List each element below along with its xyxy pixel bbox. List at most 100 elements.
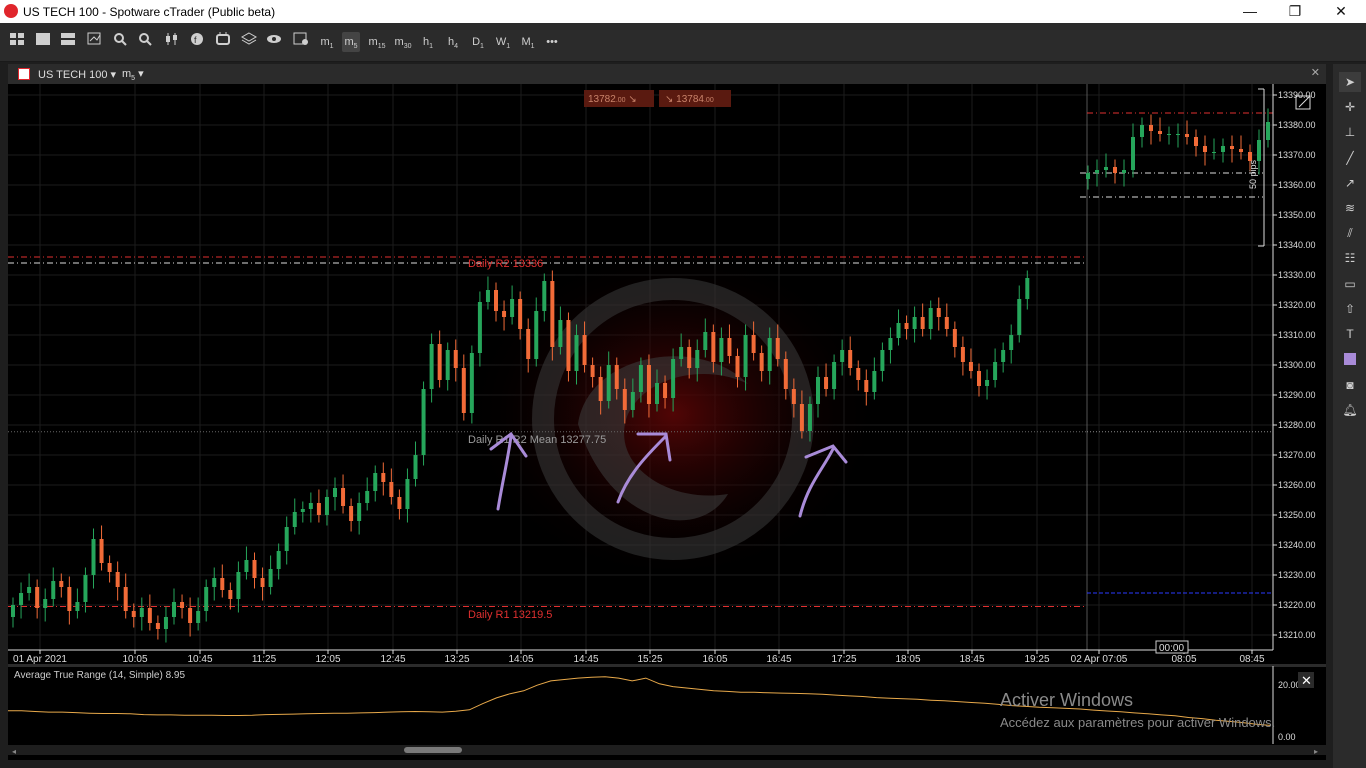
candle-body <box>1131 137 1135 170</box>
timeframe-m15[interactable]: m15 <box>368 32 386 52</box>
trend-line-tool-icon[interactable]: ╱ <box>1339 148 1361 168</box>
candle-body <box>59 581 64 587</box>
symbol-selector[interactable]: US TECH 100 ▾ <box>38 68 116 81</box>
chart-edit-icon[interactable] <box>292 32 310 52</box>
maximize-button[interactable]: ❐ <box>1280 2 1310 20</box>
candle-body <box>494 290 498 311</box>
candle-body <box>1167 134 1171 135</box>
time-tick-label: 18:05 <box>895 654 920 665</box>
eye-icon[interactable] <box>265 32 283 52</box>
candle-body <box>638 365 643 392</box>
candle-body <box>453 350 458 368</box>
candle-body <box>341 488 346 506</box>
timeframe-d1[interactable]: D1 <box>469 32 487 52</box>
candle-body <box>485 290 490 302</box>
candle-body <box>1149 125 1153 131</box>
r2-label: Daily R2 13336 <box>468 258 543 270</box>
candle-body <box>131 611 136 617</box>
more-options-button[interactable]: ••• <box>543 32 561 52</box>
timeframe-m1[interactable]: m1 <box>318 32 336 52</box>
timeframe-h4[interactable]: h4 <box>444 32 462 52</box>
candle-body <box>880 350 885 371</box>
timeframe-mn1[interactable]: M1 <box>519 32 537 52</box>
candle-body <box>180 602 185 608</box>
candle-body <box>51 581 56 599</box>
price-tick-label: 13390.00 <box>1278 90 1316 100</box>
ray-tool-icon[interactable]: ↗ <box>1339 173 1361 193</box>
layout-grid-icon[interactable] <box>8 32 26 52</box>
candle-body <box>1122 170 1126 173</box>
candle-body <box>598 377 603 401</box>
candle-body <box>349 506 354 521</box>
candle-body <box>1017 299 1022 335</box>
chart-tab-bar: US TECH 100 ▾ m5 ▾ ✕ <box>8 64 1326 84</box>
indicators-icon[interactable]: f <box>188 32 206 52</box>
candle-body <box>292 512 297 527</box>
timeframe-h1[interactable]: h1 <box>419 32 437 52</box>
crosshair-tool-icon[interactable]: ✛ <box>1339 97 1361 117</box>
candle-body <box>960 347 965 362</box>
color-picker-icon[interactable] <box>1339 349 1361 369</box>
ctrader-logo-icon <box>4 4 18 18</box>
candle-body <box>759 353 764 371</box>
channel-tool-icon[interactable]: ⫽ <box>1339 223 1361 243</box>
candle-body <box>300 509 305 512</box>
arrow-tool-icon[interactable]: ⇧ <box>1339 299 1361 319</box>
alert-bell-icon[interactable]: 🔔︎ <box>1339 400 1361 420</box>
split-chart-icon[interactable] <box>59 32 77 52</box>
ctrader-watermark-logo <box>463 244 883 584</box>
text-tool-icon[interactable]: T <box>1339 324 1361 344</box>
close-chart-button[interactable]: ✕ <box>1311 66 1320 79</box>
time-tick-label: 14:45 <box>573 654 598 665</box>
candle-body <box>123 587 128 611</box>
candle-body <box>163 617 168 629</box>
layers-icon[interactable] <box>240 32 258 52</box>
minimize-button[interactable]: — <box>1235 2 1265 20</box>
timeframe-w1[interactable]: W1 <box>494 32 512 52</box>
candle-body <box>1176 134 1180 135</box>
candle-body <box>188 608 193 623</box>
price-tick-label: 13360.00 <box>1278 180 1316 190</box>
candle-body <box>952 329 957 347</box>
zoom-out-icon[interactable] <box>111 32 129 52</box>
rectangle-tool-icon[interactable]: ▭ <box>1339 274 1361 294</box>
svg-text:▸: ▸ <box>1314 747 1318 756</box>
candle-body <box>373 473 378 491</box>
candle-body <box>397 497 402 509</box>
candle-body <box>276 551 281 569</box>
automate-icon[interactable] <box>214 32 232 52</box>
candle-body <box>172 602 176 617</box>
candle-body <box>558 320 563 347</box>
chart-settings-icon[interactable] <box>86 32 104 52</box>
horizontal-scrollbar[interactable]: ◂ ▸ <box>8 745 1326 756</box>
camera-icon[interactable]: ◙ <box>1339 375 1361 395</box>
candle-body <box>807 404 812 431</box>
bid-quote: 13782.00 ↘ <box>588 94 637 105</box>
candlestick-type-icon[interactable] <box>163 32 181 52</box>
price-tick-label: 13250.00 <box>1278 510 1316 520</box>
candle-body <box>236 572 241 599</box>
chart-area[interactable]: Daily R2 13336 Daily R1/R2 Mean 13277.75… <box>8 84 1326 760</box>
activate-windows-title: Activer Windows <box>1000 690 1133 710</box>
time-tick-label: 12:05 <box>315 654 340 665</box>
timeframe-m5[interactable]: m5 <box>342 32 360 52</box>
candle-body <box>19 593 24 605</box>
price-tick-label: 13310.00 <box>1278 330 1316 340</box>
timeframe-m30[interactable]: m30 <box>394 32 412 52</box>
candle-body <box>413 455 418 479</box>
time-tick-label: 10:05 <box>122 654 147 665</box>
single-chart-icon[interactable] <box>34 32 52 52</box>
close-window-button[interactable]: ✕ <box>1326 2 1356 20</box>
close-indicator-button[interactable]: ✕ <box>1301 673 1312 688</box>
candle-body <box>1230 146 1234 149</box>
zoom-in-icon[interactable] <box>136 32 154 52</box>
timeframe-selector[interactable]: m5 ▾ <box>122 67 144 82</box>
candle-body <box>679 347 684 359</box>
fib-retracement-icon[interactable]: ☷ <box>1339 248 1361 268</box>
candle-body <box>993 362 998 380</box>
candle-body <box>1158 131 1162 134</box>
cursor-tool-icon[interactable]: ➤ <box>1339 72 1361 92</box>
fibonacci-tool-icon[interactable]: ≋ <box>1339 198 1361 218</box>
horizontal-line-tool-icon[interactable]: ⊥ <box>1339 122 1361 142</box>
candle-body <box>663 383 668 398</box>
